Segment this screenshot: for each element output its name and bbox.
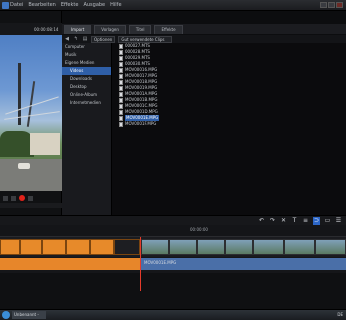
preview-panel: 00:00:08:14 xyxy=(0,11,62,215)
menu-items: Datei Bearbeiten Effekte Ausgabe Hilfe xyxy=(10,1,122,10)
close-button[interactable] xyxy=(336,2,343,8)
back-arrow-icon[interactable]: ◀ xyxy=(64,36,70,42)
video-file-icon xyxy=(119,97,123,103)
video-file-icon xyxy=(119,109,123,115)
file-item[interactable]: MOV0001F.MPG xyxy=(112,121,346,127)
video-file-icon xyxy=(119,115,123,121)
video-file-icon xyxy=(119,103,123,109)
menu-item-help[interactable]: Hilfe xyxy=(110,1,121,10)
rewind-button[interactable] xyxy=(3,195,8,201)
menu-item-edit[interactable]: Bearbeiten xyxy=(28,1,55,10)
trees xyxy=(0,131,34,157)
options-dropdown[interactable]: Optionen xyxy=(91,35,116,43)
video-file-icon xyxy=(119,61,123,67)
transport-controls xyxy=(0,193,62,203)
video-preview[interactable] xyxy=(0,35,62,191)
taskbar: Unbenannt - Vid... DE xyxy=(0,309,346,320)
app-window: Datei Bearbeiten Effekte Ausgabe Hilfe 0… xyxy=(0,0,346,320)
menu-item-effects[interactable]: Effekte xyxy=(61,1,79,10)
file-list: 000027.MTS 000028.MTS 000029.MTS 000030.MTS… xyxy=(112,43,346,215)
folder-sidebar: Computer Musik Eigene Medien Videos Download… xyxy=(62,43,112,215)
tab-templates[interactable]: Vorlagen xyxy=(94,25,126,34)
video-file-icon xyxy=(119,49,123,55)
minimize-button[interactable] xyxy=(320,2,327,8)
menu-item-output[interactable]: Ausgabe xyxy=(83,1,105,10)
video-clip[interactable] xyxy=(0,239,20,255)
taskbar-app-button[interactable]: Unbenannt - Vid... xyxy=(12,311,46,319)
empty-track-area[interactable] xyxy=(0,273,346,309)
video-clip[interactable] xyxy=(20,239,42,255)
video-file-icon xyxy=(119,73,123,79)
ruler-timecode: 00:00:00 xyxy=(190,227,208,232)
tab-import[interactable]: Import xyxy=(64,25,92,34)
video-clip[interactable] xyxy=(284,239,315,255)
road xyxy=(0,159,62,191)
sidebar-item[interactable]: Desktop xyxy=(62,83,111,91)
video-file-icon xyxy=(119,43,123,49)
timeline-view-icon[interactable]: ☰ xyxy=(335,217,342,225)
video-clip[interactable] xyxy=(114,239,140,255)
sidebar-item[interactable]: Internetmedien xyxy=(62,99,111,107)
preview-timecode: 00:00:08:14 xyxy=(34,27,59,32)
building xyxy=(30,133,60,155)
playhead[interactable] xyxy=(140,237,141,291)
sidebar-item[interactable]: Musik xyxy=(62,51,111,59)
menu-bar: Datei Bearbeiten Effekte Ausgabe Hilfe xyxy=(0,0,346,11)
menu-item-file[interactable]: Datei xyxy=(10,1,23,10)
system-tray: DE xyxy=(337,312,343,317)
video-clip[interactable] xyxy=(66,239,90,255)
filter-dropdown[interactable]: Gut verwendete Clips xyxy=(118,35,173,43)
up-arrow-icon[interactable]: ↰ xyxy=(73,36,79,42)
app-icon xyxy=(2,2,9,9)
video-clip[interactable] xyxy=(42,239,66,255)
file-name: MOV0001F.MPG xyxy=(125,121,157,126)
preview-scrub-bar[interactable] xyxy=(0,203,62,208)
sidebar-item[interactable]: Computer xyxy=(62,43,111,51)
video-file-icon xyxy=(119,67,123,73)
redo-icon[interactable]: ↷ xyxy=(269,217,276,225)
marker-icon[interactable]: ≡ xyxy=(302,217,309,225)
media-toolbar: ◀ ↰ ▤ Optionen Gut verwendete Clips xyxy=(62,35,346,43)
video-track xyxy=(0,237,346,257)
car xyxy=(18,163,30,169)
video-clip[interactable] xyxy=(253,239,284,255)
storyboard-icon[interactable]: ▭ xyxy=(324,217,331,225)
link-icon[interactable]: ⊃ xyxy=(313,217,320,225)
play-button[interactable] xyxy=(11,195,16,201)
view-icon[interactable]: ▤ xyxy=(82,36,88,42)
video-file-icon xyxy=(119,85,123,91)
sidebar-item[interactable]: Videos xyxy=(62,67,111,75)
video-clip[interactable] xyxy=(141,239,169,255)
sidebar-item[interactable]: Downloads xyxy=(62,75,111,83)
video-file-icon xyxy=(119,121,123,127)
video-clip[interactable] xyxy=(169,239,197,255)
maximize-button[interactable] xyxy=(328,2,335,8)
start-button[interactable] xyxy=(2,311,10,319)
timeline-ruler[interactable]: 00:00:00 xyxy=(0,225,346,237)
media-tabs: Import Vorlagen Titel Effekte xyxy=(62,24,346,34)
sidebar-item[interactable]: Online-Album xyxy=(62,91,111,99)
record-button[interactable] xyxy=(19,195,25,201)
video-file-icon xyxy=(119,55,123,61)
bridge-cable xyxy=(4,111,60,120)
video-clip[interactable] xyxy=(315,239,346,255)
audio-clip-label: MOV0001E.MPG xyxy=(144,260,177,265)
video-file-icon xyxy=(119,91,123,97)
timeline-toolbar: ↶ ↷ ✕ T ≡ ⊃ ▭ ☰ xyxy=(0,215,346,225)
undo-icon[interactable]: ↶ xyxy=(258,217,265,225)
audio-clip[interactable] xyxy=(0,258,140,270)
delete-icon[interactable]: ✕ xyxy=(280,217,287,225)
video-file-icon xyxy=(119,79,123,85)
stop-button[interactable] xyxy=(28,195,33,201)
sidebar-item[interactable]: Eigene Medien xyxy=(62,59,111,67)
video-clip[interactable] xyxy=(197,239,225,255)
text-icon[interactable]: T xyxy=(291,217,298,225)
video-clip[interactable] xyxy=(225,239,253,255)
tab-titles[interactable]: Titel xyxy=(128,25,152,34)
tab-effects[interactable]: Effekte xyxy=(154,25,183,34)
video-clip[interactable] xyxy=(90,239,114,255)
